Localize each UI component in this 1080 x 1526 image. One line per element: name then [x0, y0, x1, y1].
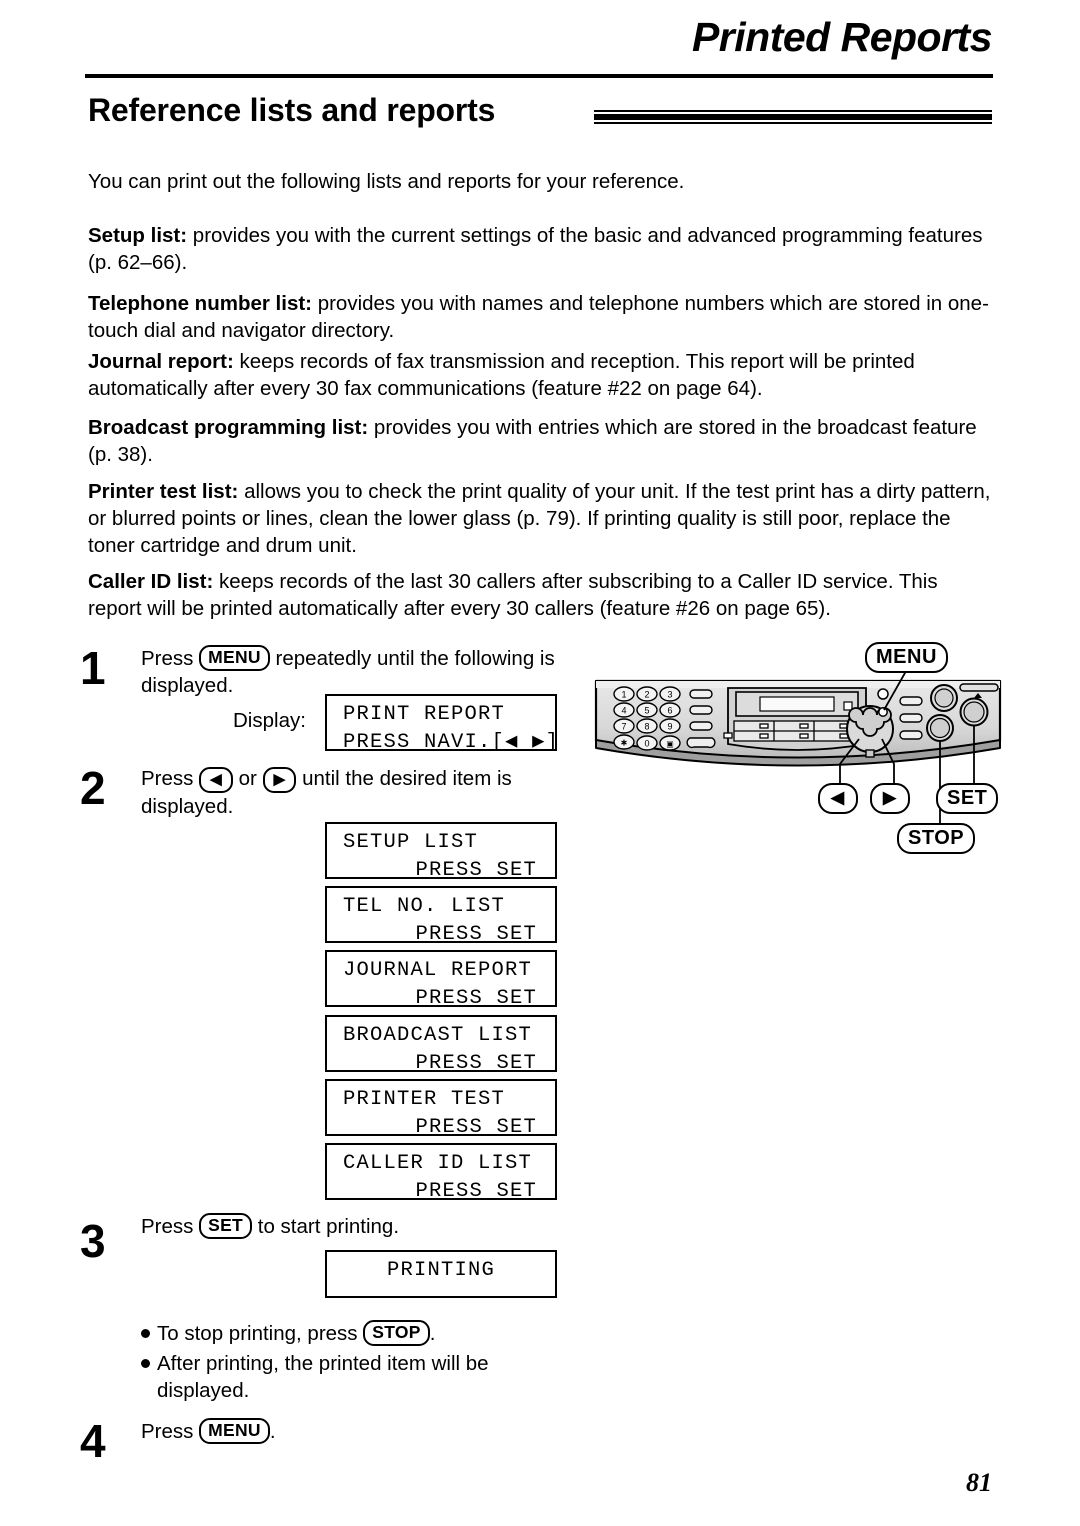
document-page: Printed Reports Reference lists and repo… [0, 0, 1080, 1526]
definition-term: Broadcast programming list: [88, 416, 369, 439]
lcd-line-2: PRESS SET [415, 987, 537, 1010]
section-title-rule [594, 110, 992, 124]
lcd-line-2: PRESS SET [415, 859, 537, 882]
svg-text:1: 1 [621, 690, 626, 700]
set-key-inline[interactable]: SET [199, 1213, 253, 1239]
callout-right-arrow[interactable]: ▶ [870, 783, 910, 814]
step-4-number: 4 [80, 1415, 106, 1467]
svg-text:3: 3 [667, 690, 672, 700]
definition-term: Setup list: [88, 224, 188, 247]
definition-text: provides you with the current settings o… [88, 224, 983, 274]
display-label: Display: [233, 709, 306, 732]
menu-key-inline[interactable]: MENU [199, 645, 270, 671]
bullet-icon [141, 1359, 150, 1368]
lcd-caller-id-list: CALLER ID LIST PRESS SET [325, 1143, 557, 1203]
callout-left-arrow[interactable]: ◀ [818, 783, 858, 814]
svg-text:0: 0 [644, 739, 649, 749]
svg-text:2: 2 [644, 690, 649, 700]
one-touch-keys [723, 720, 855, 742]
lcd-broadcast-list: BROADCAST LIST PRESS SET [325, 1015, 557, 1075]
lcd-line-2: PRESS SET [415, 1052, 537, 1075]
step-2-mid: or [232, 767, 263, 790]
step-3-pre: Press [141, 1215, 200, 1238]
step-4-text: Press MENU. [141, 1418, 561, 1445]
page-number: 81 [966, 1468, 992, 1497]
step-2-number: 2 [80, 762, 106, 814]
step-1-text: Press MENU repeatedly until the followin… [141, 645, 561, 699]
step-4-post: . [269, 1420, 276, 1443]
svg-text:7: 7 [621, 722, 626, 732]
svg-text:5: 5 [644, 706, 649, 716]
lcd-line-1: PRINT REPORT [343, 703, 506, 726]
note-post: . [429, 1322, 436, 1345]
step-4-pre: Press [141, 1420, 200, 1443]
lcd-tel-no-list: TEL NO. LIST PRESS SET [325, 886, 557, 946]
step-3-post: to start printing. [252, 1215, 400, 1238]
svg-text:▣: ▣ [666, 740, 674, 749]
bullet-icon [141, 1329, 150, 1338]
lcd-line-1: PRINTER TEST [343, 1088, 506, 1111]
lcd-journal-report: JOURNAL REPORT PRESS SET [325, 950, 557, 1010]
page-title: Reference lists and reports [88, 92, 496, 128]
lcd-line-1: JOURNAL REPORT [343, 959, 533, 982]
intro-paragraph: You can print out the following lists an… [88, 170, 685, 193]
definition-printer-test-list: Printer test list: allows you to check t… [88, 478, 993, 559]
step-1-number: 1 [80, 642, 106, 694]
definition-term: Telephone number list: [88, 292, 312, 315]
note-pre: After printing, the printed item will be… [157, 1352, 489, 1402]
definition-telephone-number-list: Telephone number list: provides you with… [88, 290, 993, 344]
callout-menu[interactable]: MENU [865, 642, 948, 673]
definition-setup-list: Setup list: provides you with the curren… [88, 222, 993, 276]
lcd-line-2: PRESS SET [415, 923, 537, 946]
right-arrow-key-inline[interactable]: ▶ [262, 767, 297, 793]
lcd-line-1: CALLER ID LIST [343, 1152, 533, 1175]
lcd-line-2: PRESS SET [415, 1116, 537, 1139]
step-3-number: 3 [80, 1215, 106, 1267]
stop-key-inline[interactable]: STOP [363, 1320, 430, 1346]
svg-text:6: 6 [667, 706, 672, 716]
chapter-title: Printed Reports [691, 14, 993, 60]
svg-text:4: 4 [621, 706, 626, 716]
lcd-setup-list: SETUP LIST PRESS SET [325, 822, 557, 882]
definition-term: Printer test list: [88, 480, 239, 503]
svg-text:9: 9 [667, 722, 672, 732]
svg-text:8: 8 [644, 722, 649, 732]
lcd-line-2: PRESS NAVI.[◀ ▶] [343, 731, 560, 754]
step-3-text: Press SET to start printing. [141, 1213, 561, 1240]
lcd-line-1: BROADCAST LIST [343, 1024, 533, 1047]
definition-journal-report: Journal report: keeps records of fax tra… [88, 348, 993, 402]
lcd-print-report: PRINT REPORT PRESS NAVI.[◀ ▶] [325, 694, 558, 754]
step-2-text: Press ◀ or ▶ until the desired item is d… [141, 765, 571, 820]
svg-text:✱: ✱ [621, 739, 628, 748]
definition-term: Journal report: [88, 350, 234, 373]
left-arrow-key-inline[interactable]: ◀ [199, 767, 233, 793]
definition-text: keeps records of the last 30 callers aft… [88, 570, 938, 620]
definition-caller-id-list: Caller ID list: keeps records of the las… [88, 568, 993, 622]
lcd-line-1: SETUP LIST [343, 831, 479, 854]
definition-term: Caller ID list: [88, 570, 214, 593]
header-rule [85, 74, 993, 78]
step-2-pre: Press [141, 767, 200, 790]
callout-set[interactable]: SET [936, 783, 999, 814]
definition-broadcast-programming-list: Broadcast programming list: provides you… [88, 414, 993, 468]
lcd-printer-test: PRINTER TEST PRESS SET [325, 1079, 557, 1139]
lcd-line-1: TEL NO. LIST [343, 895, 506, 918]
lcd-printing: PRINTING [325, 1250, 557, 1298]
right-function-keys [899, 696, 923, 740]
note-after-printing: After printing, the printed item will be… [141, 1350, 511, 1404]
lcd-line-1: PRINTING [386, 1259, 496, 1282]
note-pre: To stop printing, press [157, 1322, 364, 1345]
callout-stop[interactable]: STOP [897, 823, 976, 854]
menu-key-inline-2[interactable]: MENU [199, 1418, 270, 1444]
lcd-line-2: PRESS SET [415, 1180, 537, 1203]
note-stop-printing: To stop printing, press STOP. [141, 1320, 561, 1347]
step-1-pre: Press [141, 647, 200, 670]
